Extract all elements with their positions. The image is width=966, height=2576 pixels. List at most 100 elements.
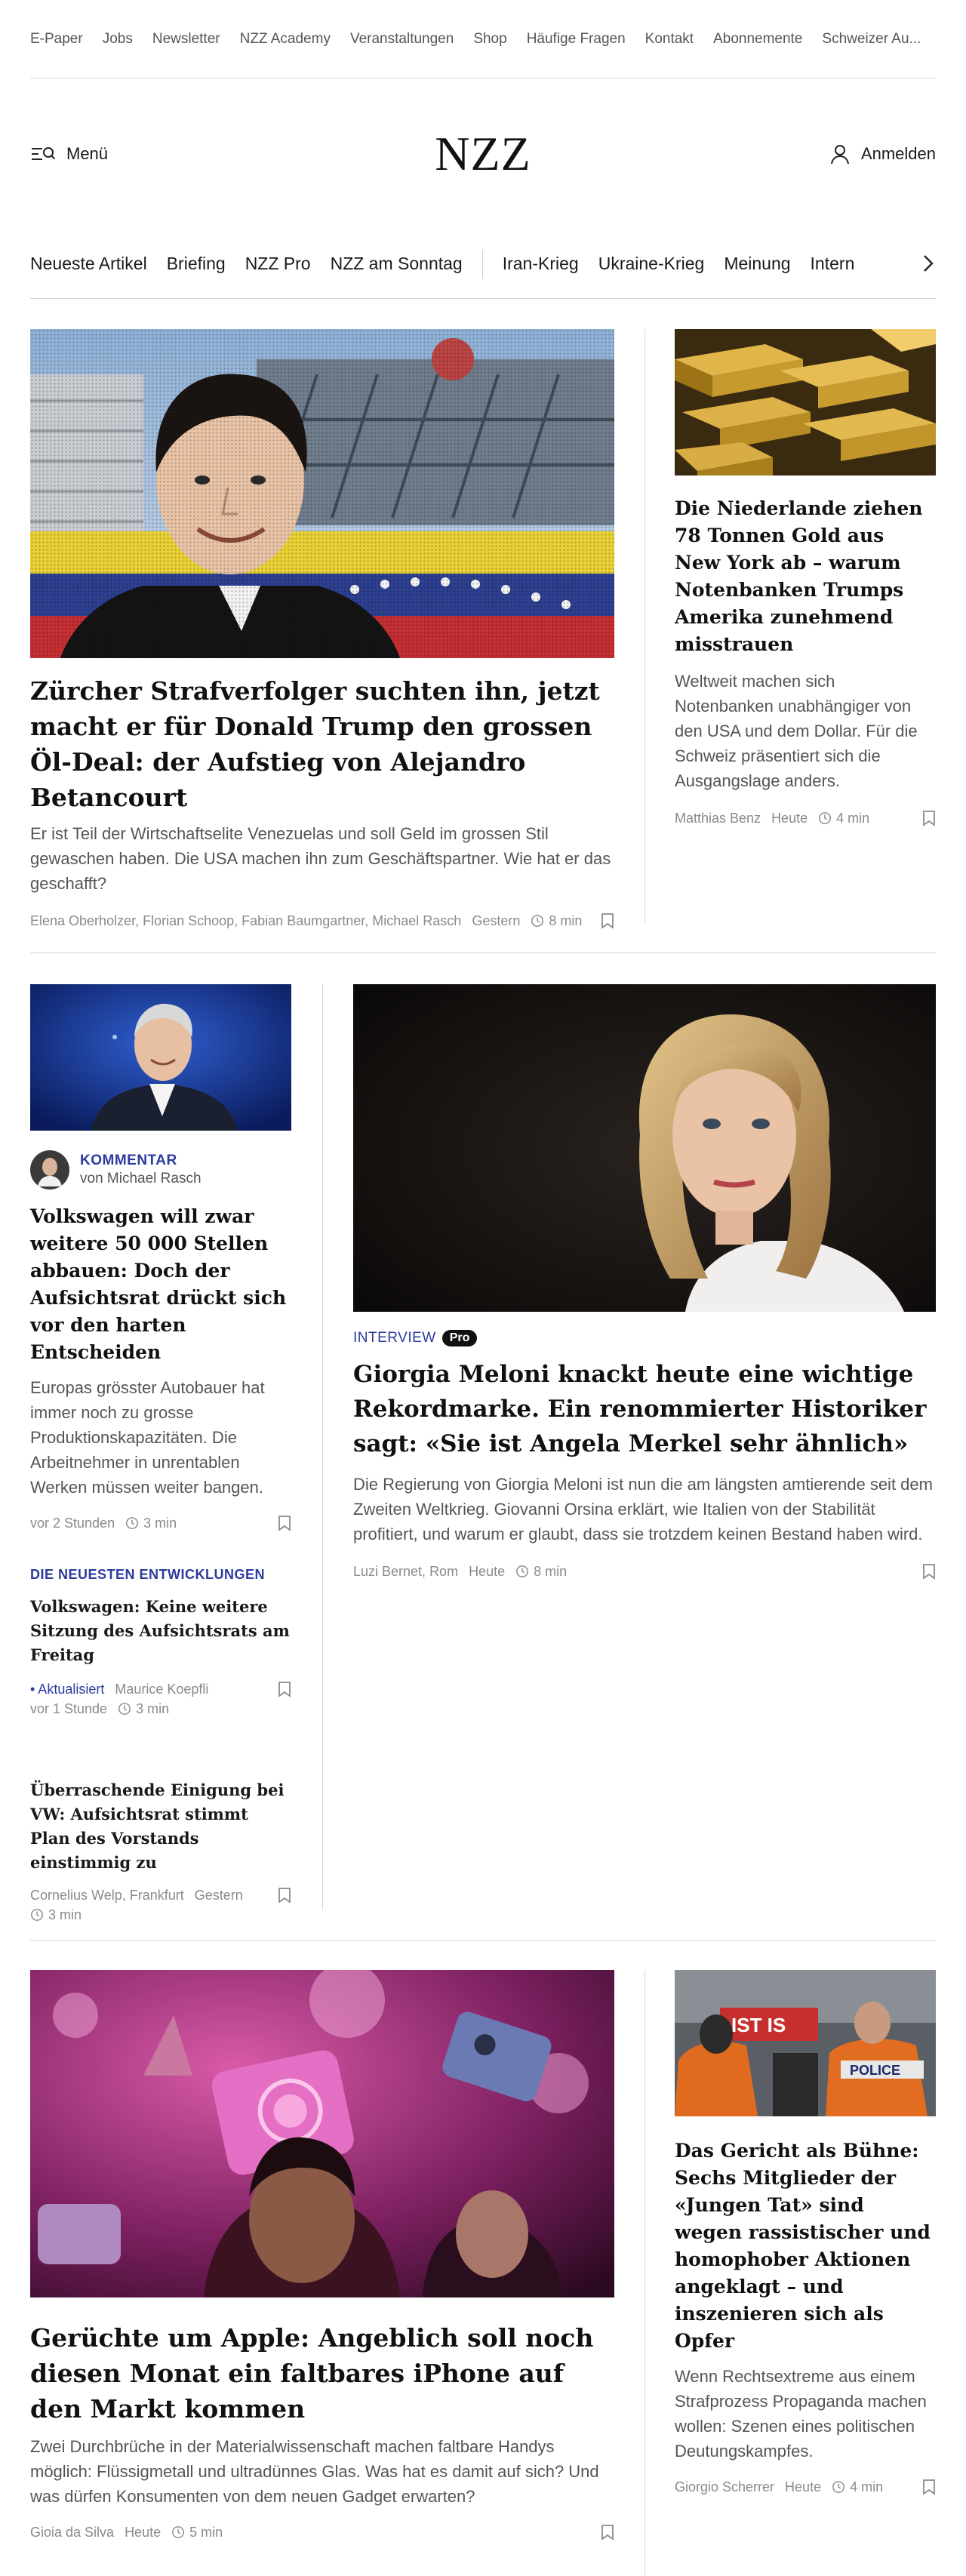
bookmark-icon[interactable] [922, 1563, 936, 1580]
article-lead: Die Regierung von Giorgia Meloni ist nun… [353, 1475, 933, 1543]
article-meta: Cornelius Welp, Frankfurt Gestern 3 min [30, 1885, 291, 1925]
betancourt-image[interactable] [30, 329, 614, 658]
topnav-contact[interactable]: Kontakt [645, 31, 694, 48]
topnav-academy[interactable]: NZZ Academy [240, 31, 331, 48]
bookmark-icon[interactable] [278, 1887, 291, 1904]
police-image[interactable]: IST IS POLICE [675, 1970, 936, 2116]
article-date: vor 1 Stunde [30, 1701, 108, 1716]
secnav-iran[interactable]: Iran-Krieg [503, 254, 579, 274]
clock-icon [30, 1908, 44, 1922]
article-authors: Matthias Benz [675, 811, 761, 826]
article-authors: Cornelius Welp, Frankfurt [30, 1888, 184, 1903]
article-apple[interactable]: Gerüchte um Apple: Angeblich soll noch d… [30, 1970, 614, 2542]
chevron-right-icon [924, 255, 934, 272]
menu-icon [32, 147, 56, 160]
column-divider [322, 984, 323, 1910]
bookmark-icon[interactable] [278, 1681, 291, 1697]
article-title[interactable]: Die Niederlande ziehen 78 Tonnen Gold au… [675, 495, 936, 658]
author-avatar[interactable] [30, 1150, 69, 1190]
secnav-pro[interactable]: NZZ Pro [245, 254, 311, 274]
article-latest-developments[interactable]: DIE NEUESTEN ENTWICKLUNGEN Volkswagen: K… [30, 1567, 291, 1719]
article-title[interactable]: Gerüchte um Apple: Angeblich soll noch d… [30, 2320, 614, 2427]
article-meta: vor 2 Stunden 3 min [30, 1513, 291, 1533]
secnav-ukraine[interactable]: Ukraine-Krieg [598, 254, 705, 274]
topnav-subscriptions[interactable]: Abonnemente [713, 31, 802, 48]
secnav-international[interactable]: Intern [811, 254, 855, 274]
article-date: Heute [785, 2479, 822, 2494]
article-kicker: KOMMENTAR [80, 1153, 177, 1168]
article-lead: Europas grösster Autobauer hat immer noc… [30, 1378, 265, 1497]
article-authors: Giorgio Scherrer [675, 2479, 775, 2494]
article-gold[interactable]: Die Niederlande ziehen 78 Tonnen Gold au… [675, 329, 936, 828]
secnav-opinion[interactable]: Meinung [724, 254, 790, 274]
login-button[interactable]: Anmelden [829, 143, 936, 165]
secnav-sonntag[interactable]: NZZ am Sonntag [331, 254, 463, 274]
article-kicker-row: INTERVIEW Pro [353, 1330, 936, 1346]
article-lead: Zwei Durchbrüche in der Materialwissensc… [30, 2437, 599, 2506]
article-date: Gestern [194, 1888, 243, 1903]
bookmark-icon[interactable] [922, 2479, 936, 2495]
article-meta: Gioia da Silva Heute 5 min [30, 2522, 614, 2542]
article-date: Heute [125, 2525, 162, 2540]
article-authors: Luzi Bernet, Rom [353, 1564, 459, 1579]
login-label: Anmelden [860, 144, 936, 163]
article-title[interactable]: Überraschende Einigung bei VW: Aufsichts… [30, 1778, 291, 1875]
user-icon [830, 145, 849, 165]
bookmark-icon[interactable] [601, 913, 614, 929]
reading-time: 3 min [30, 1905, 82, 1925]
article-authors: Gioia da Silva [30, 2525, 115, 2540]
secnav-latest[interactable]: Neueste Artikel [30, 254, 147, 274]
article-date: Heute [469, 1564, 506, 1579]
clock-icon [515, 1565, 529, 1578]
bookmark-icon[interactable] [601, 2524, 614, 2541]
article-kicker: DIE NEUESTEN ENTWICKLUNGEN [30, 1567, 266, 1582]
nzz-logo[interactable]: NZZ [435, 126, 531, 182]
article-kicker: INTERVIEW [353, 1330, 436, 1346]
topnav-swiss[interactable]: Schweizer Au... [822, 31, 921, 48]
secnav-divider [481, 249, 483, 279]
article-court[interactable]: IST IS POLICE Das Gericht als Bühne: Sec… [675, 1970, 936, 2497]
reading-time: 3 min [118, 1699, 169, 1719]
article-betancourt[interactable]: Zürcher Strafverfolger suchten ihn, jetz… [30, 329, 614, 931]
article-title[interactable]: Volkswagen: Keine weitere Sitzung des Au… [30, 1595, 291, 1667]
article-date: Gestern [472, 913, 521, 928]
banner-text: IST IS [731, 2014, 786, 2036]
comment-byline: KOMMENTAR von Michael Rasch [30, 1150, 291, 1190]
article-title[interactable]: Das Gericht als Bühne: Sechs Mitglieder … [675, 2137, 936, 2355]
menu-button[interactable]: Menü [30, 144, 108, 164]
article-date: vor 2 Stunden [30, 1516, 115, 1531]
bookmark-icon[interactable] [922, 810, 936, 826]
article-meloni[interactable]: INTERVIEW Pro Giorgia Meloni knackt heut… [353, 984, 936, 1581]
clock-icon [531, 914, 544, 928]
article-title[interactable]: Volkswagen will zwar weitere 50 000 Stel… [30, 1203, 291, 1366]
article-meta: Matthias Benz Heute 4 min [675, 808, 936, 828]
article-title[interactable]: Giorgia Meloni knackt heute eine wichtig… [353, 1357, 936, 1461]
gold-image[interactable] [675, 329, 936, 475]
clock-icon [832, 2480, 845, 2494]
pro-badge: Pro [441, 1330, 478, 1346]
topnav-epaper[interactable]: E-Paper [30, 31, 83, 48]
article-vw-agreement[interactable]: Überraschende Einigung bei VW: Aufsichts… [30, 1778, 291, 1925]
reading-time: 4 min [832, 2477, 883, 2497]
topnav-events[interactable]: Veranstaltungen [350, 31, 454, 48]
secnav-scroll-right[interactable] [853, 229, 936, 297]
topnav-jobs[interactable]: Jobs [103, 31, 133, 48]
article-authors: Elena Oberholzer, Florian Schoop, Fabian… [30, 913, 462, 928]
topnav-faq[interactable]: Häufige Fragen [527, 31, 626, 48]
vw-ceo-image[interactable] [30, 984, 291, 1131]
concert-phones-image[interactable] [30, 1970, 614, 2297]
article-vw-comment[interactable]: KOMMENTAR von Michael Rasch Volkswagen w… [30, 984, 291, 1533]
article-title[interactable]: Zürcher Strafverfolger suchten ihn, jetz… [30, 673, 614, 815]
bookmark-icon[interactable] [278, 1515, 291, 1531]
topnav-shop[interactable]: Shop [473, 31, 506, 48]
topnav-newsletter[interactable]: Newsletter [152, 31, 220, 48]
reading-time: 3 min [125, 1513, 177, 1533]
article-lead: Er ist Teil der Wirtschaftselite Venezue… [30, 824, 611, 893]
meloni-image[interactable] [353, 984, 936, 1312]
secnav-briefing[interactable]: Briefing [167, 254, 226, 274]
article-meta: Elena Oberholzer, Florian Schoop, Fabian… [30, 911, 614, 931]
site-header: Menü NZZ Anmelden [30, 78, 936, 229]
article-meta: Luzi Bernet, Rom Heute 8 min [353, 1562, 936, 1581]
clock-icon [818, 811, 832, 825]
updated-label: • Aktualisiert [30, 1682, 105, 1697]
